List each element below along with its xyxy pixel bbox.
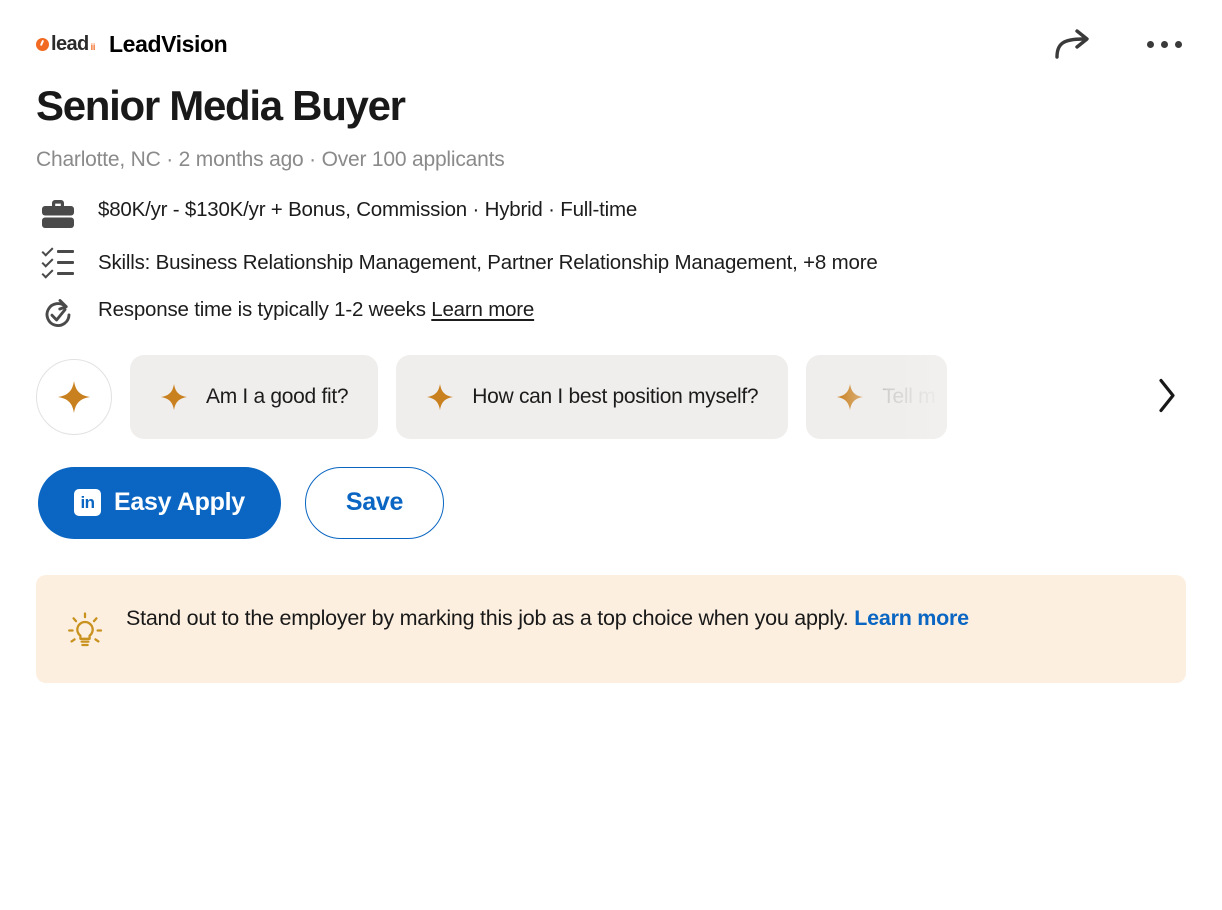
response-time-text: Response time is typically 1-2 weeks Lea… xyxy=(98,294,534,324)
salary-text: $80K/yr - $130K/yr + Bonus, Commission ·… xyxy=(98,197,638,221)
suggestion-chip-label: Am I a good fit? xyxy=(206,384,349,408)
header-actions xyxy=(1053,27,1188,61)
share-arrow-icon[interactable] xyxy=(1053,27,1097,61)
suggestion-chip-tell-me[interactable]: Tell m xyxy=(806,354,948,439)
response-learn-more-link[interactable]: Learn more xyxy=(431,298,534,321)
skills-row: Skills: Business Relationship Management… xyxy=(36,244,1186,279)
linkedin-in-icon: in xyxy=(74,489,101,517)
sparkle-icon xyxy=(837,383,864,410)
sparkle-icon xyxy=(160,383,188,410)
ai-sparkle-button[interactable] xyxy=(36,358,112,435)
lightbulb-icon xyxy=(62,603,108,653)
response-clock-check-icon xyxy=(36,294,80,334)
skills-text: Skills: Business Relationship Management… xyxy=(98,250,878,274)
suggestion-chip-good-fit[interactable]: Am I a good fit? xyxy=(130,354,379,439)
panel-header: lead ii LeadVision xyxy=(0,0,1222,64)
salary-row: $80K/yr - $130K/yr + Bonus, Commission ·… xyxy=(36,194,1186,230)
response-time-label: Response time is typically 1-2 weeks xyxy=(98,297,426,321)
more-options-icon[interactable] xyxy=(1147,40,1182,48)
ai-suggestions-bar: Am I a good fit? How can I best position… xyxy=(0,351,1222,443)
company-identity[interactable]: lead ii LeadVision xyxy=(36,30,228,58)
suggestion-chip-label: How can I best position myself? xyxy=(472,384,759,408)
logo-accent-mark: ii xyxy=(90,42,96,52)
top-choice-tip-banner: Stand out to the employer by marking thi… xyxy=(36,574,1186,683)
company-name: LeadVision xyxy=(109,30,228,57)
logo-dot-icon xyxy=(36,37,49,51)
briefcase-icon xyxy=(36,194,80,230)
response-time-row: Response time is typically 1-2 weeks Lea… xyxy=(36,294,1186,334)
banner-message: Stand out to the employer by marking thi… xyxy=(126,605,849,630)
more-dots xyxy=(1147,40,1182,48)
job-details: $80K/yr - $130K/yr + Bonus, Commission ·… xyxy=(0,172,1222,334)
job-posting-panel: lead ii LeadVision Senior Media Buyer Ch… xyxy=(0,0,1222,910)
job-title-block: Senior Media Buyer Charlotte, NC · 2 mon… xyxy=(0,64,1222,172)
easy-apply-button[interactable]: in Easy Apply xyxy=(38,466,281,539)
job-action-buttons: in Easy Apply Save xyxy=(0,443,1222,539)
suggestion-chip-label: Tell m xyxy=(882,384,936,408)
leadvision-logo: lead ii xyxy=(36,32,95,56)
suggestion-chip-position-myself[interactable]: How can I best position myself? xyxy=(396,354,789,439)
logo-wordmark: lead xyxy=(51,33,89,55)
banner-learn-more-link[interactable]: Learn more xyxy=(854,606,969,630)
save-button[interactable]: Save xyxy=(304,466,445,539)
easy-apply-label: Easy Apply xyxy=(114,488,245,517)
sparkle-icon xyxy=(427,383,454,410)
job-meta: Charlotte, NC · 2 months ago · Over 100 … xyxy=(36,147,505,171)
checklist-icon xyxy=(36,244,80,279)
banner-text: Stand out to the employer by marking thi… xyxy=(126,603,969,635)
scroll-right-chevron[interactable] xyxy=(1156,375,1178,418)
page-title: Senior Media Buyer xyxy=(36,82,406,129)
